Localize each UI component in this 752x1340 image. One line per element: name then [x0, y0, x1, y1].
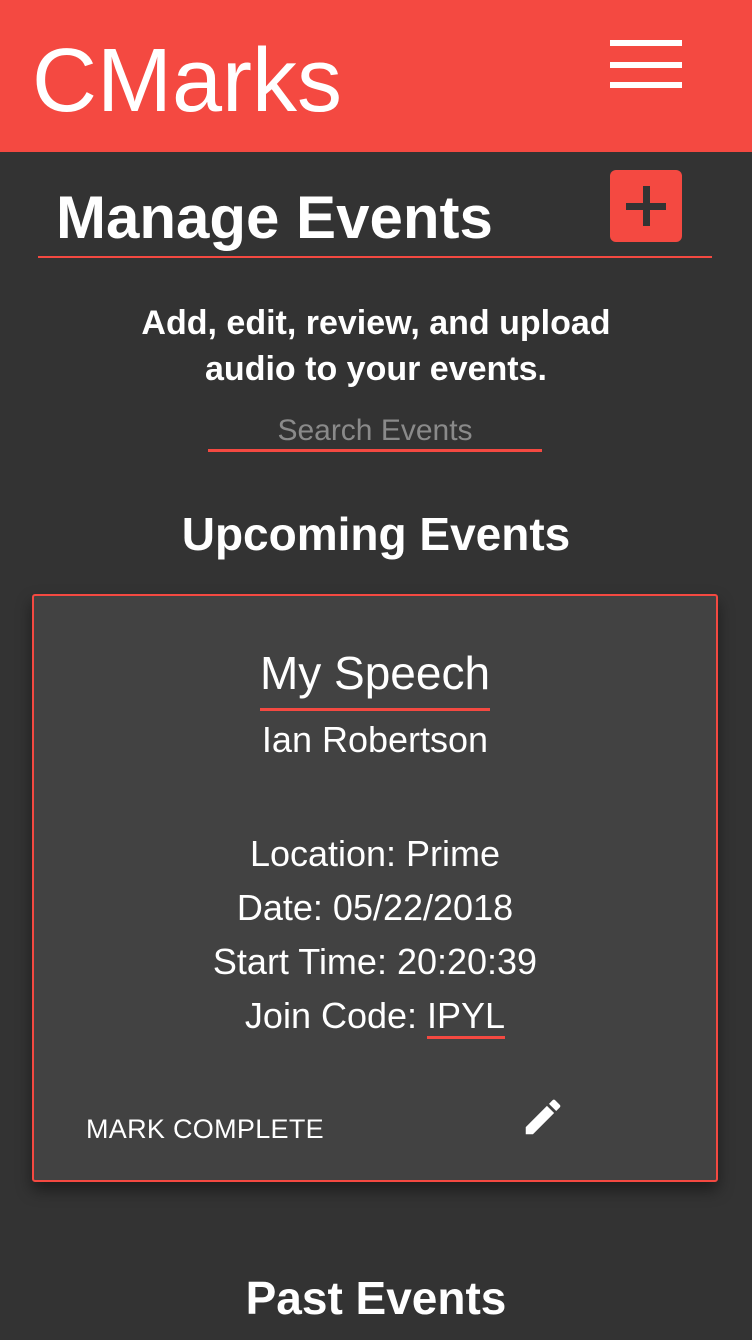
event-start-time: Start Time: 20:20:39 [212, 941, 538, 982]
top-app-bar: CMarks [0, 0, 752, 152]
add-event-button[interactable] [610, 170, 682, 242]
hamburger-menu-icon[interactable] [606, 38, 686, 90]
page-description: Add, edit, review, and upload audio to y… [0, 300, 752, 392]
event-join-code-row: Join Code: IPYL [34, 994, 716, 1039]
page-title: Manage Events [56, 184, 493, 251]
description-line-2: audio to your events. [205, 350, 547, 388]
event-card: My Speech Ian Robertson Location: Prime … [32, 594, 718, 1182]
past-events-heading: Past Events [245, 1272, 507, 1324]
pencil-icon [525, 1099, 561, 1135]
menu-line [610, 62, 682, 68]
app-screen: CMarks Manage Events Add, edit, review, … [0, 0, 752, 1340]
edit-event-button[interactable] [520, 1094, 566, 1140]
event-title-container: My Speech [34, 642, 716, 711]
join-code-value[interactable]: IPYL [427, 996, 506, 1039]
event-location: Location: Prime [249, 833, 501, 874]
upcoming-events-heading: Upcoming Events [181, 508, 571, 560]
title-divider [38, 256, 712, 258]
event-owner: Ian Robertson [261, 719, 489, 760]
description-line-1: Add, edit, review, and upload [141, 304, 611, 342]
app-brand[interactable]: CMarks [32, 26, 342, 136]
search-events-input[interactable] [208, 412, 542, 452]
join-code-label: Join Code: [244, 995, 428, 1036]
menu-line [610, 40, 682, 46]
event-title[interactable]: My Speech [259, 642, 491, 711]
search-field [208, 412, 542, 454]
menu-line [610, 82, 682, 88]
mark-complete-button[interactable]: MARK COMPLETE [86, 1112, 324, 1146]
event-date: Date: 05/22/2018 [236, 887, 514, 928]
